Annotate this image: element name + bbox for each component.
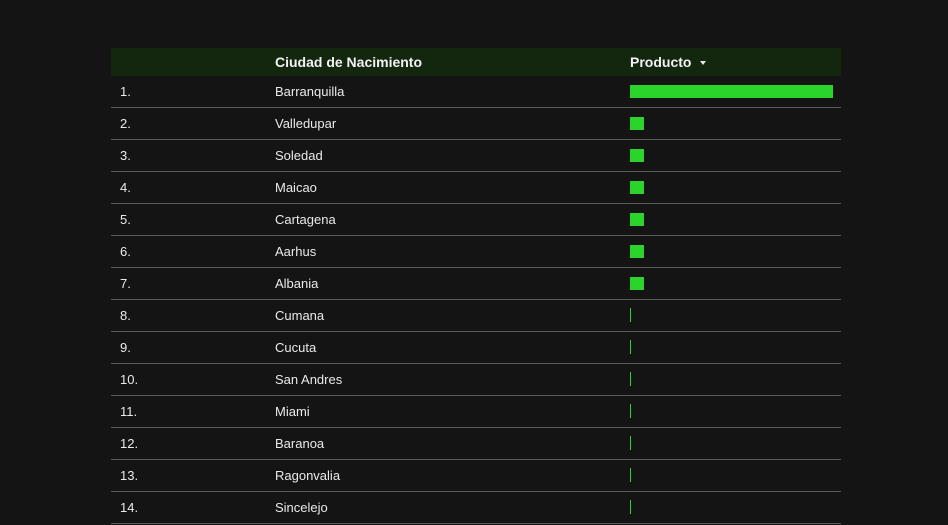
table-row[interactable]: 13. Ragonvalia xyxy=(111,460,841,492)
row-product-cell xyxy=(630,428,833,459)
row-city: Soledad xyxy=(275,148,323,163)
row-product-cell xyxy=(630,492,833,523)
row-index: 7. xyxy=(120,276,131,291)
row-product-cell xyxy=(630,268,833,299)
table-row[interactable]: 4. Maicao xyxy=(111,172,841,204)
row-index: 8. xyxy=(120,308,131,323)
row-product-cell xyxy=(630,332,833,363)
data-table: Ciudad de Nacimiento Producto 1. Barranqu… xyxy=(111,48,841,524)
row-city: Albania xyxy=(275,276,319,291)
row-city: Cucuta xyxy=(275,340,317,355)
row-index: 6. xyxy=(120,244,131,259)
table-row[interactable]: 7. Albania xyxy=(111,268,841,300)
table-row[interactable]: 12. Baranoa xyxy=(111,428,841,460)
sort-descending-icon[interactable] xyxy=(700,60,707,65)
row-city: Valledupar xyxy=(275,116,337,131)
row-city: Aarhus xyxy=(275,244,317,259)
row-index: 10. xyxy=(120,372,139,387)
row-product-cell xyxy=(630,108,833,139)
row-index: 11. xyxy=(120,404,138,419)
column-header-city[interactable]: Ciudad de Nacimiento xyxy=(275,48,422,76)
product-bar xyxy=(630,372,631,386)
product-bar xyxy=(630,245,644,258)
row-index: 3. xyxy=(120,148,131,163)
row-city: San Andres xyxy=(275,372,343,387)
product-bar xyxy=(630,404,631,418)
row-product-cell xyxy=(630,396,833,427)
row-product-cell xyxy=(630,364,833,395)
product-bar xyxy=(630,308,631,322)
row-index: 1. xyxy=(120,84,131,99)
table-row[interactable]: 10. San Andres xyxy=(111,364,841,396)
product-bar xyxy=(630,340,631,354)
row-city: Maicao xyxy=(275,180,317,195)
product-bar xyxy=(630,277,644,290)
table-body: 1. Barranquilla 2. Valledupar 3. Soledad 4. Mai… xyxy=(111,76,841,524)
row-city: Miami xyxy=(275,404,310,419)
row-index: 2. xyxy=(120,116,131,131)
row-product-cell xyxy=(630,300,833,331)
table-row[interactable]: 3. Soledad xyxy=(111,140,841,172)
product-bar xyxy=(630,213,644,226)
product-bar xyxy=(630,85,833,98)
row-city: Sincelejo xyxy=(275,500,328,515)
product-bar xyxy=(630,500,631,514)
table-row[interactable]: 5. Cartagena xyxy=(111,204,841,236)
row-product-cell xyxy=(630,140,833,171)
table-row[interactable]: 8. Cumana xyxy=(111,300,841,332)
table-header: Ciudad de Nacimiento Producto xyxy=(111,48,841,76)
row-city: Baranoa xyxy=(275,436,325,451)
table-row[interactable]: 14. Sincelejo xyxy=(111,492,841,524)
table-row[interactable]: 2. Valledupar xyxy=(111,108,841,140)
row-index: 4. xyxy=(120,180,131,195)
row-index: 13. xyxy=(120,468,139,483)
row-city: Ragonvalia xyxy=(275,468,341,483)
row-index: 14. xyxy=(120,500,139,515)
column-header-product-label: Producto xyxy=(630,54,692,70)
product-bar xyxy=(630,181,644,194)
row-index: 9. xyxy=(120,340,131,355)
row-product-cell xyxy=(630,236,833,267)
row-product-cell xyxy=(630,460,833,491)
row-index: 12. xyxy=(120,436,139,451)
table-row[interactable]: 6. Aarhus xyxy=(111,236,841,268)
product-bar xyxy=(630,468,631,482)
column-header-product[interactable]: Producto xyxy=(630,48,707,76)
table-row[interactable]: 1. Barranquilla xyxy=(111,76,841,108)
row-product-cell xyxy=(630,204,833,235)
row-product-cell xyxy=(630,172,833,203)
product-bar xyxy=(630,117,644,130)
row-city: Cartagena xyxy=(275,212,336,227)
product-bar xyxy=(630,436,631,450)
row-city: Barranquilla xyxy=(275,84,345,99)
table-row[interactable]: 9. Cucuta xyxy=(111,332,841,364)
row-city: Cumana xyxy=(275,308,325,323)
row-index: 5. xyxy=(120,212,131,227)
product-bar xyxy=(630,149,644,162)
row-product-cell xyxy=(630,76,833,107)
table-row[interactable]: 11. Miami xyxy=(111,396,841,428)
